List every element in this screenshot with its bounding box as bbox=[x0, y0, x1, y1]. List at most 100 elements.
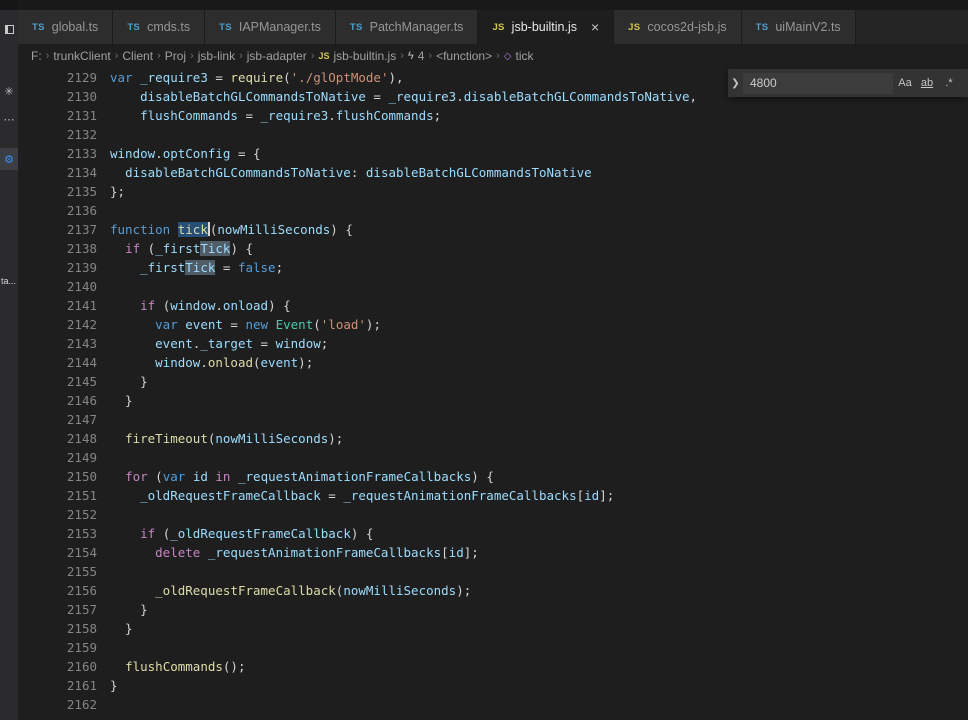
code-line[interactable]: 2145 } bbox=[18, 372, 968, 391]
line-number[interactable]: 2150 bbox=[18, 467, 110, 486]
line-number[interactable]: 2155 bbox=[18, 562, 110, 581]
line-number[interactable]: 2149 bbox=[18, 448, 110, 467]
line-number[interactable]: 2133 bbox=[18, 144, 110, 163]
code-line[interactable]: 2131 flushCommands = _require3.flushComm… bbox=[18, 106, 968, 125]
code-line[interactable]: 2156 _oldRequestFrameCallback(nowMilliSe… bbox=[18, 581, 968, 600]
tab-IAPManager.ts[interactable]: TS IAPManager.ts bbox=[205, 10, 336, 44]
line-number[interactable]: 2151 bbox=[18, 486, 110, 505]
code-line[interactable]: 2139 _firstTick = false; bbox=[18, 258, 968, 277]
line-number[interactable]: 2145 bbox=[18, 372, 110, 391]
breadcrumb-item[interactable]: Client bbox=[122, 49, 153, 63]
line-number[interactable]: 2140 bbox=[18, 277, 110, 296]
code-line[interactable]: 2137 function tick (nowMilliSeconds) { bbox=[18, 220, 968, 239]
line-number[interactable]: 2131 bbox=[18, 106, 110, 125]
tab-uiMainV2.ts[interactable]: TS uiMainV2.ts bbox=[741, 10, 856, 44]
breadcrumb-item[interactable]: jsb-adapter bbox=[247, 49, 307, 63]
code-line[interactable]: 2150 for (var id in _requestAnimationFra… bbox=[18, 467, 968, 486]
code-line[interactable]: 2132 bbox=[18, 125, 968, 144]
breadcrumb-item[interactable]: ◇ tick bbox=[504, 49, 534, 63]
code-line[interactable]: 2149 bbox=[18, 448, 968, 467]
line-number[interactable]: 2141 bbox=[18, 296, 110, 315]
code-line[interactable]: 2134 disableBatchGLCommandsToNative: dis… bbox=[18, 163, 968, 182]
editor-layout-icon[interactable] bbox=[0, 18, 18, 40]
code-line[interactable]: 2151 _oldRequestFrameCallback = _request… bbox=[18, 486, 968, 505]
code-line[interactable]: 2154 delete _requestAnimationFrameCallba… bbox=[18, 543, 968, 562]
line-number[interactable]: 2156 bbox=[18, 581, 110, 600]
code-text: _firstTick = false; bbox=[140, 260, 284, 275]
code-line[interactable]: 2143 event._target = window; bbox=[18, 334, 968, 353]
overflow-menu-icon[interactable]: ⋯ bbox=[0, 108, 18, 130]
breadcrumb-item[interactable]: trunkClient bbox=[53, 49, 110, 63]
breadcrumb-item[interactable]: Proj bbox=[165, 49, 186, 63]
line-number[interactable]: 2136 bbox=[18, 201, 110, 220]
whole-word-button[interactable]: ab bbox=[917, 73, 937, 93]
code-line[interactable]: 2162 bbox=[18, 695, 968, 714]
breadcrumb-item[interactable]: F: bbox=[31, 49, 42, 63]
line-number[interactable]: 2132 bbox=[18, 125, 110, 144]
code-line[interactable]: 2158 } bbox=[18, 619, 968, 638]
chevron-right-icon: › bbox=[114, 50, 119, 62]
line-number[interactable]: 2158 bbox=[18, 619, 110, 638]
code-line[interactable]: 2155 bbox=[18, 562, 968, 581]
line-number[interactable]: 2135 bbox=[18, 182, 110, 201]
code-line[interactable]: 2144 window.onload(event); bbox=[18, 353, 968, 372]
regex-button[interactable]: .* bbox=[939, 73, 959, 93]
tab-global.ts[interactable]: TS global.ts bbox=[18, 10, 114, 44]
find-input[interactable] bbox=[743, 72, 893, 94]
code-editor[interactable]: 2129 var _require3 = require('./glOptMode… bbox=[18, 68, 968, 720]
code-line[interactable]: 2133 window.optConfig = { bbox=[18, 144, 968, 163]
tab-PatchManager.ts[interactable]: TS PatchManager.ts bbox=[335, 10, 479, 44]
code-line[interactable]: 2157 } bbox=[18, 600, 968, 619]
line-number[interactable]: 2154 bbox=[18, 543, 110, 562]
line-number[interactable]: 2138 bbox=[18, 239, 110, 258]
code-text: fireTimeout(nowMilliSeconds); bbox=[125, 431, 344, 446]
breadcrumb-item[interactable]: <function> bbox=[436, 49, 492, 63]
line-number[interactable]: 2160 bbox=[18, 657, 110, 676]
line-number[interactable]: 2147 bbox=[18, 410, 110, 429]
js-file-icon: JS bbox=[628, 21, 641, 33]
line-number[interactable]: 2146 bbox=[18, 391, 110, 410]
code-line[interactable]: 2141 if (window.onload) { bbox=[18, 296, 968, 315]
line-number[interactable]: 2143 bbox=[18, 334, 110, 353]
breadcrumb-item[interactable]: jsb-link bbox=[198, 49, 235, 63]
match-case-button[interactable]: Aa bbox=[895, 73, 915, 93]
line-number[interactable]: 2157 bbox=[18, 600, 110, 619]
settings-gear-icon[interactable]: ⚙ bbox=[0, 148, 18, 170]
line-number[interactable]: 2159 bbox=[18, 638, 110, 657]
tab-cmds.ts[interactable]: TS cmds.ts bbox=[113, 10, 206, 44]
star-icon[interactable]: ✳ bbox=[0, 80, 18, 102]
code-line[interactable]: 2161} bbox=[18, 676, 968, 695]
line-number[interactable]: 2142 bbox=[18, 315, 110, 334]
code-line[interactable]: 2160 flushCommands(); bbox=[18, 657, 968, 676]
code-line[interactable]: 2135}; bbox=[18, 182, 968, 201]
line-number[interactable]: 2129 bbox=[18, 68, 110, 87]
code-line[interactable]: 2140 bbox=[18, 277, 968, 296]
code-line[interactable]: 2159 bbox=[18, 638, 968, 657]
tab-jsb-builtin.js[interactable]: JS jsb-builtin.js × bbox=[478, 10, 615, 44]
line-number[interactable]: 2139 bbox=[18, 258, 110, 277]
line-number[interactable]: 2130 bbox=[18, 87, 110, 106]
code-line[interactable]: 2146 } bbox=[18, 391, 968, 410]
close-icon[interactable]: × bbox=[591, 20, 599, 34]
code-line[interactable]: 2153 if (_oldRequestFrameCallback) { bbox=[18, 524, 968, 543]
code-line[interactable]: 2152 bbox=[18, 505, 968, 524]
code-text: flushCommands = _require3.flushCommands; bbox=[140, 108, 442, 123]
line-number[interactable]: 2144 bbox=[18, 353, 110, 372]
breadcrumb-item[interactable]: ϟ4 bbox=[408, 49, 425, 63]
line-number[interactable]: 2134 bbox=[18, 163, 110, 182]
code-line[interactable]: 2138 if (_firstTick) { bbox=[18, 239, 968, 258]
code-line[interactable]: 2136 bbox=[18, 201, 968, 220]
line-number[interactable]: 2152 bbox=[18, 505, 110, 524]
line-number[interactable]: 2137 bbox=[18, 220, 110, 239]
line-number[interactable]: 2148 bbox=[18, 429, 110, 448]
tab-cocos2d-jsb.js[interactable]: JS cocos2d-jsb.js bbox=[614, 10, 742, 44]
line-number[interactable]: 2161 bbox=[18, 676, 110, 695]
line-number[interactable]: 2153 bbox=[18, 524, 110, 543]
line-number[interactable]: 2162 bbox=[18, 695, 110, 714]
code-line[interactable]: 2148 fireTimeout(nowMilliSeconds); bbox=[18, 429, 968, 448]
code-text: var event = new Event('load'); bbox=[155, 317, 381, 332]
code-line[interactable]: 2142 var event = new Event('load'); bbox=[18, 315, 968, 334]
code-line[interactable]: 2147 bbox=[18, 410, 968, 429]
breadcrumb-item[interactable]: JS jsb-builtin.js bbox=[318, 49, 396, 63]
toggle-replace-chevron-icon[interactable]: ❯ bbox=[728, 69, 743, 97]
